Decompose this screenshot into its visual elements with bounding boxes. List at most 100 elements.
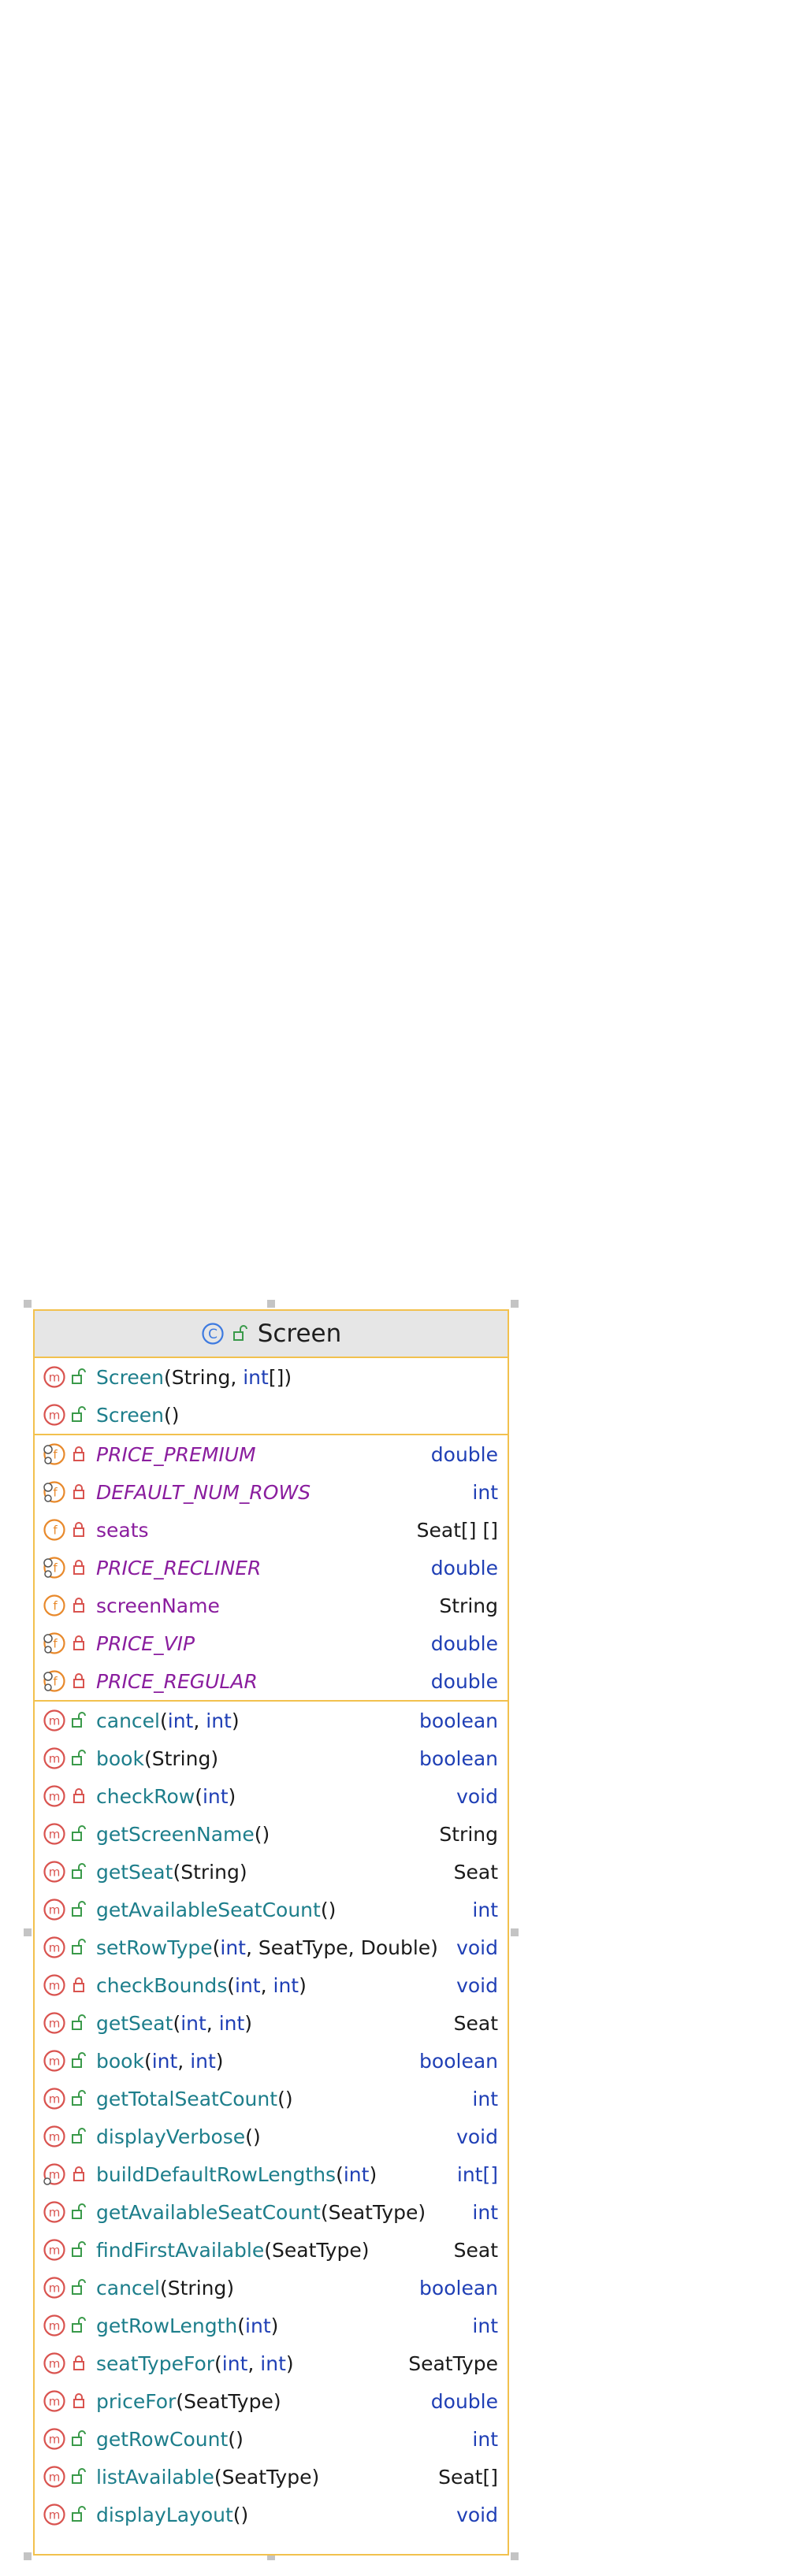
method-signature: (SeatType) xyxy=(320,2200,426,2224)
constructor-row[interactable]: m Screen() xyxy=(35,1396,508,1434)
resize-handle-bottom-right[interactable] xyxy=(511,2552,519,2560)
svg-text:f: f xyxy=(53,1675,58,1689)
field-row[interactable]: f PRICE_RECLINER double xyxy=(35,1549,508,1587)
method-row[interactable]: m getRowCount() int xyxy=(35,2420,508,2458)
method-row[interactable]: m book (int, int) boolean xyxy=(35,2042,508,2080)
svg-text:m: m xyxy=(49,2130,61,2144)
unlocked-icon xyxy=(71,2200,88,2224)
field-row[interactable]: f PRICE_VIP double xyxy=(35,1624,508,1662)
method-row[interactable]: m setRowType (int, SeatType, Double) void xyxy=(35,1928,508,1966)
method-row[interactable]: m findFirstAvailable (SeatType) Seat xyxy=(35,2231,508,2269)
field-row[interactable]: f screenName String xyxy=(35,1587,508,1624)
constructors-section: m Screen (String, int[]) m Screen() xyxy=(35,1358,508,1435)
method-row[interactable]: m priceFor (SeatType) double xyxy=(35,2382,508,2420)
unlocked-icon xyxy=(71,2465,88,2489)
field-name: PRICE_VIP xyxy=(96,1631,195,1655)
field-f-icon: f xyxy=(43,1480,66,1504)
field-row[interactable]: f DEFAULT_NUM_ROWS int xyxy=(35,1473,508,1511)
method-type: void xyxy=(456,1936,498,1959)
method-m-icon: m xyxy=(43,2049,66,2073)
field-name: PRICE_REGULAR xyxy=(96,1669,258,1693)
param-token: , xyxy=(206,2011,219,2035)
constructor-row[interactable]: m Screen (String, int[]) xyxy=(35,1358,508,1396)
method-signature: () xyxy=(228,2427,244,2451)
method-row[interactable]: m getSeat (int, int) Seat xyxy=(35,2004,508,2042)
method-row[interactable]: m displayVerbose() void xyxy=(35,2118,508,2155)
resize-handle-middle-left[interactable] xyxy=(24,1928,32,1936)
svg-text:m: m xyxy=(49,2244,61,2258)
method-row[interactable]: m getRowLength (int) int xyxy=(35,2307,508,2344)
field-row[interactable]: f seats Seat[] [] xyxy=(35,1511,508,1549)
field-f-icon: f xyxy=(43,1669,66,1693)
method-m-icon: m xyxy=(43,2238,66,2262)
svg-text:m: m xyxy=(49,2357,61,2371)
param-token: int xyxy=(218,2011,245,2035)
method-row[interactable]: m checkRow (int) void xyxy=(35,1777,508,1815)
param-token: String xyxy=(171,1365,231,1389)
method-row[interactable]: m cancel (String) boolean xyxy=(35,2269,508,2307)
method-m-icon: m xyxy=(43,2125,66,2148)
method-m-icon: m xyxy=(43,2276,66,2299)
param-token: int xyxy=(245,2314,271,2337)
class-name: Screen xyxy=(257,1320,342,1348)
resize-handle-bottom-left[interactable] xyxy=(24,2552,32,2560)
method-row[interactable]: m cancel (int, int) boolean xyxy=(35,1702,508,1739)
method-signature: (int) xyxy=(237,2314,279,2337)
method-row[interactable]: m getSeat (String) Seat xyxy=(35,1853,508,1891)
field-row[interactable]: f PRICE_PREMIUM double xyxy=(35,1435,508,1473)
method-signature: () xyxy=(320,1898,337,1921)
method-row[interactable]: m getTotalSeatCount() int xyxy=(35,2080,508,2118)
method-row[interactable]: m getScreenName() String xyxy=(35,1815,508,1853)
method-signature: (String) xyxy=(159,2276,235,2299)
method-signature: (SeatType) xyxy=(214,2465,320,2489)
field-type: double xyxy=(430,1556,498,1579)
constructor-signature: (String, int[]) xyxy=(163,1365,292,1389)
method-row[interactable]: m getAvailableSeatCount (SeatType) int xyxy=(35,2193,508,2231)
param-token: String xyxy=(180,1860,240,1884)
resize-handle-top-left[interactable] xyxy=(24,1300,32,1308)
locked-icon xyxy=(71,1973,88,1997)
param-token: int xyxy=(202,1784,229,1808)
method-signature: (int, int) xyxy=(214,2351,294,2375)
svg-text:m: m xyxy=(49,1979,61,1993)
svg-text:m: m xyxy=(49,1714,61,1728)
resize-handle-top-right[interactable] xyxy=(511,1300,519,1308)
method-name: book xyxy=(96,2049,144,2073)
field-f-icon: f xyxy=(43,1631,66,1655)
param-token: int xyxy=(220,1936,246,1959)
method-row[interactable]: m buildDefaultRowLengths (int) int[] xyxy=(35,2155,508,2193)
method-name: getRowLength xyxy=(96,2314,238,2337)
method-name: displayVerbose xyxy=(96,2125,246,2148)
method-name: buildDefaultRowLengths xyxy=(96,2162,337,2186)
locked-icon xyxy=(71,1594,88,1617)
unlocked-icon xyxy=(71,2125,88,2148)
param-token: String xyxy=(151,1746,211,1770)
class-header[interactable]: C Screen xyxy=(35,1311,508,1358)
param-token: , xyxy=(193,1709,206,1732)
field-type: double xyxy=(430,1442,498,1466)
param-token: SeatType xyxy=(272,2238,362,2262)
method-type: boolean xyxy=(419,1746,498,1770)
svg-text:m: m xyxy=(49,2433,61,2447)
method-row[interactable]: m getAvailableSeatCount() int xyxy=(35,1891,508,1928)
param-token: int xyxy=(235,1973,261,1997)
method-row[interactable]: m seatTypeFor (int, int) SeatType xyxy=(35,2344,508,2382)
method-m-icon: m xyxy=(43,1365,66,1389)
svg-text:m: m xyxy=(49,2017,61,2031)
class-box-screen[interactable]: C Screen m Screen (String, int[]) m Screen()… xyxy=(33,1309,509,2556)
method-row[interactable]: m displayLayout() void xyxy=(35,2496,508,2533)
svg-text:f: f xyxy=(53,1599,58,1613)
method-name: getAvailableSeatCount xyxy=(96,1898,321,1921)
field-f-icon: f xyxy=(43,1518,66,1542)
locked-icon xyxy=(71,1556,88,1579)
field-row[interactable]: f PRICE_REGULAR double xyxy=(35,1662,508,1700)
method-row[interactable]: m book (String) boolean xyxy=(35,1739,508,1777)
method-row[interactable]: m listAvailable (SeatType) Seat[] xyxy=(35,2458,508,2496)
method-row[interactable]: m checkBounds (int, int) void xyxy=(35,1966,508,2004)
field-name: seats xyxy=(96,1518,149,1542)
method-m-icon: m xyxy=(43,1936,66,1959)
resize-handle-top-center[interactable] xyxy=(267,1300,275,1308)
field-type: int xyxy=(472,1480,498,1504)
resize-handle-middle-right[interactable] xyxy=(511,1928,519,1936)
locked-icon xyxy=(71,2389,88,2413)
